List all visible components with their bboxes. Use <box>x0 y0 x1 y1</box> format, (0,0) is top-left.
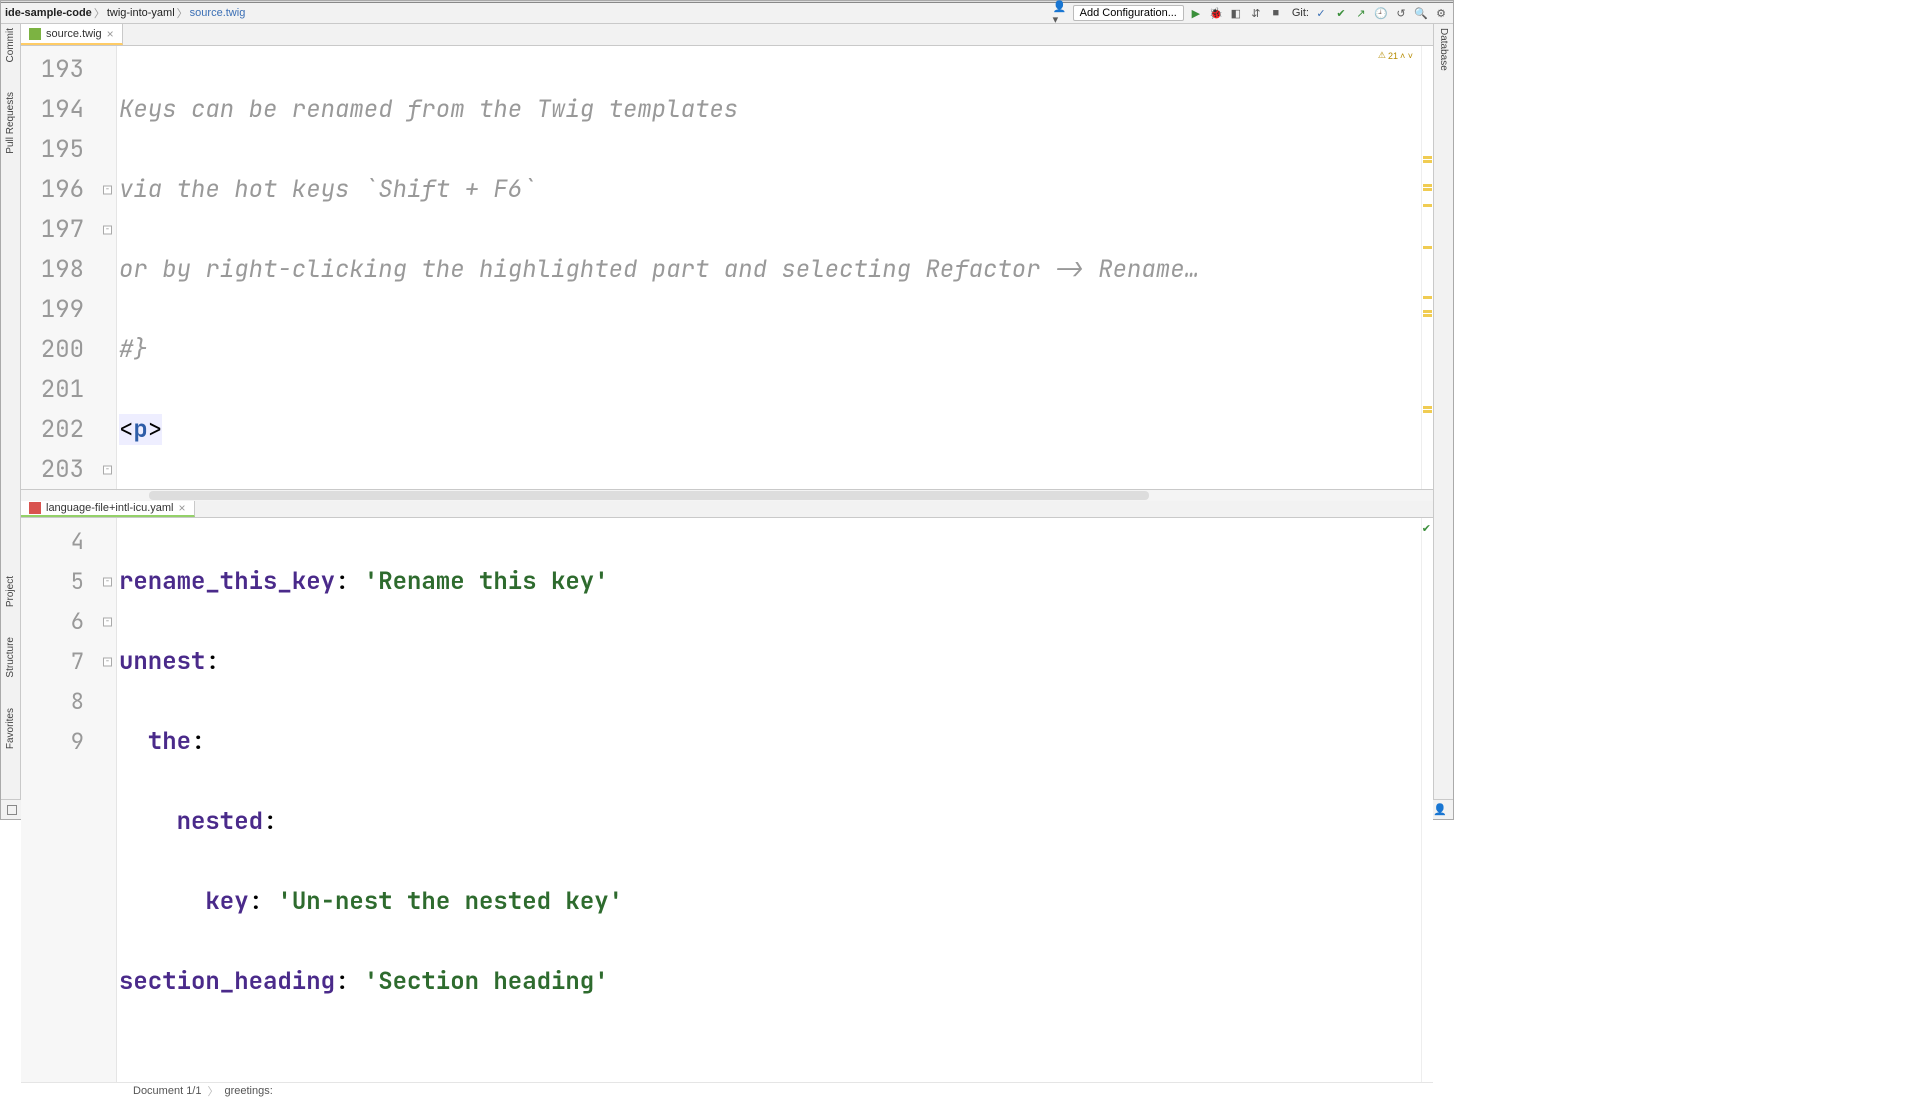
fold-icon[interactable]: − <box>103 226 112 235</box>
marker-strip[interactable]: ⚠ 21 ˄ ˅ <box>1421 46 1433 489</box>
line-number[interactable]: 8 <box>21 682 116 722</box>
line-number[interactable]: 203− <box>21 450 116 490</box>
line-number[interactable]: 193 <box>21 50 116 90</box>
top-editor-tabs: source.twig × <box>21 24 1433 46</box>
horizontal-scrollbar[interactable] <box>21 490 1433 501</box>
inspection-badge[interactable]: ⚠ 21 ˄ ˅ <box>1378 50 1413 61</box>
tab-label: language-file+intl-icu.yaml <box>46 502 173 514</box>
warning-marker[interactable] <box>1423 156 1432 159</box>
commit-tool[interactable]: Commit <box>5 28 16 62</box>
line-number[interactable]: 197− <box>21 210 116 250</box>
search-icon[interactable]: 🔍 <box>1413 5 1429 21</box>
warning-marker[interactable] <box>1423 406 1432 409</box>
line-number[interactable]: 7− <box>21 642 116 682</box>
warning-marker[interactable] <box>1423 296 1432 299</box>
top-editor[interactable]: 193 194 195 196− 197− 198 199 200 201 20… <box>21 46 1433 490</box>
line-gutter[interactable]: 193 194 195 196− 197− 198 199 200 201 20… <box>21 46 117 489</box>
project-tool[interactable]: Project <box>5 576 16 607</box>
structure-tool[interactable]: Structure <box>5 637 16 678</box>
line-number[interactable]: 199 <box>21 290 116 330</box>
git-label: Git: <box>1292 7 1309 19</box>
git-history-icon[interactable]: 🕘 <box>1373 5 1389 21</box>
yaml-file-icon <box>29 502 41 514</box>
tab-language-yaml[interactable]: language-file+intl-icu.yaml × <box>21 501 195 517</box>
bottom-editor-tabs: language-file+intl-icu.yaml × <box>21 501 1433 518</box>
debug-icon[interactable]: 🐞 <box>1208 5 1224 21</box>
fold-icon[interactable]: − <box>103 186 112 195</box>
warning-marker[interactable] <box>1423 188 1432 191</box>
scrollbar-thumb[interactable] <box>149 491 1149 500</box>
fold-icon[interactable]: − <box>103 618 112 627</box>
left-tool-rail: Commit Pull Requests Project Structure F… <box>1 24 21 799</box>
tab-source-twig[interactable]: source.twig × <box>21 24 123 45</box>
line-number[interactable]: 195 <box>21 130 116 170</box>
git-commit-icon[interactable]: ✔ <box>1333 5 1349 21</box>
line-number[interactable]: 200 <box>21 330 116 370</box>
breadcrumb-folder[interactable]: twig-into-yaml <box>107 7 175 19</box>
warning-marker[interactable] <box>1423 246 1432 249</box>
breadcrumb[interactable]: ide-sample-code 〉 twig-into-yaml 〉 sourc… <box>5 5 245 21</box>
chevron-right-icon: 〉 <box>207 1083 218 1099</box>
stop-icon[interactable]: ■ <box>1268 5 1284 21</box>
git-rollback-icon[interactable]: ↺ <box>1393 5 1409 21</box>
pull-requests-tool[interactable]: Pull Requests <box>5 92 16 154</box>
git-push-icon[interactable]: ↗ <box>1353 5 1369 21</box>
breadcrumb-file[interactable]: source.twig <box>190 7 246 19</box>
fold-icon[interactable]: − <box>103 658 112 667</box>
user-icon[interactable]: 👤▾ <box>1053 5 1069 21</box>
line-number[interactable]: 9 <box>21 722 116 762</box>
line-number[interactable]: 202 <box>21 410 116 450</box>
fold-icon[interactable]: − <box>103 466 112 475</box>
check-icon[interactable]: ✔ <box>1422 522 1431 535</box>
line-number[interactable]: 4 <box>21 522 116 562</box>
warning-marker[interactable] <box>1423 184 1432 187</box>
run-icon[interactable]: ▶ <box>1188 5 1204 21</box>
line-number[interactable]: 194 <box>21 90 116 130</box>
line-number[interactable]: 5− <box>21 562 116 602</box>
code-area[interactable]: Keys can be renamed from the Twig templa… <box>117 46 1421 489</box>
warning-marker[interactable] <box>1423 310 1432 313</box>
crumb-path[interactable]: greetings: <box>224 1085 272 1097</box>
favorites-tool[interactable]: Favorites <box>5 708 16 749</box>
yaml-breadcrumb[interactable]: Document 1/1 〉 greetings: <box>21 1082 1433 1099</box>
chevron-right-icon: 〉 <box>177 5 188 21</box>
line-gutter[interactable]: 4 5− 6− 7− 8 9 <box>21 518 117 1082</box>
line-number[interactable]: 201 <box>21 370 116 410</box>
line-number[interactable]: 6− <box>21 602 116 642</box>
database-tool[interactable]: Database <box>1438 28 1449 71</box>
add-configuration-button[interactable]: Add Configuration... <box>1073 5 1184 21</box>
warning-marker[interactable] <box>1423 410 1432 413</box>
line-number[interactable]: 196− <box>21 170 116 210</box>
bottom-editor[interactable]: 4 5− 6− 7− 8 9 rename_this_key: 'Rename … <box>21 518 1433 1082</box>
coverage-icon[interactable]: ◧ <box>1228 5 1244 21</box>
tool-window-toggle-icon[interactable] <box>7 805 17 815</box>
warning-marker[interactable] <box>1423 314 1432 317</box>
chevron-right-icon: 〉 <box>94 5 105 21</box>
warning-marker[interactable] <box>1423 160 1432 163</box>
breadcrumb-root[interactable]: ide-sample-code <box>5 7 92 19</box>
line-number[interactable]: 198 <box>21 250 116 290</box>
profile-icon[interactable]: ⇵ <box>1248 5 1264 21</box>
crumb-doc[interactable]: Document 1/1 <box>133 1085 201 1097</box>
tab-label: source.twig <box>46 28 102 40</box>
close-icon[interactable]: × <box>107 27 114 41</box>
fold-icon[interactable]: − <box>103 578 112 587</box>
marker-strip[interactable]: ✔ <box>1421 518 1433 1082</box>
twig-file-icon <box>29 28 41 40</box>
settings-icon[interactable]: ⚙ <box>1433 5 1449 21</box>
close-icon[interactable]: × <box>178 501 185 515</box>
code-area[interactable]: rename_this_key: 'Rename this key' unnes… <box>117 518 1421 1082</box>
memory-icon[interactable]: 👤 <box>1433 803 1447 816</box>
warning-marker[interactable] <box>1423 204 1432 207</box>
git-update-icon[interactable]: ✓ <box>1313 5 1329 21</box>
right-tool-rail: Database <box>1433 24 1453 799</box>
nav-bar: ide-sample-code 〉 twig-into-yaml 〉 sourc… <box>1 3 1453 24</box>
